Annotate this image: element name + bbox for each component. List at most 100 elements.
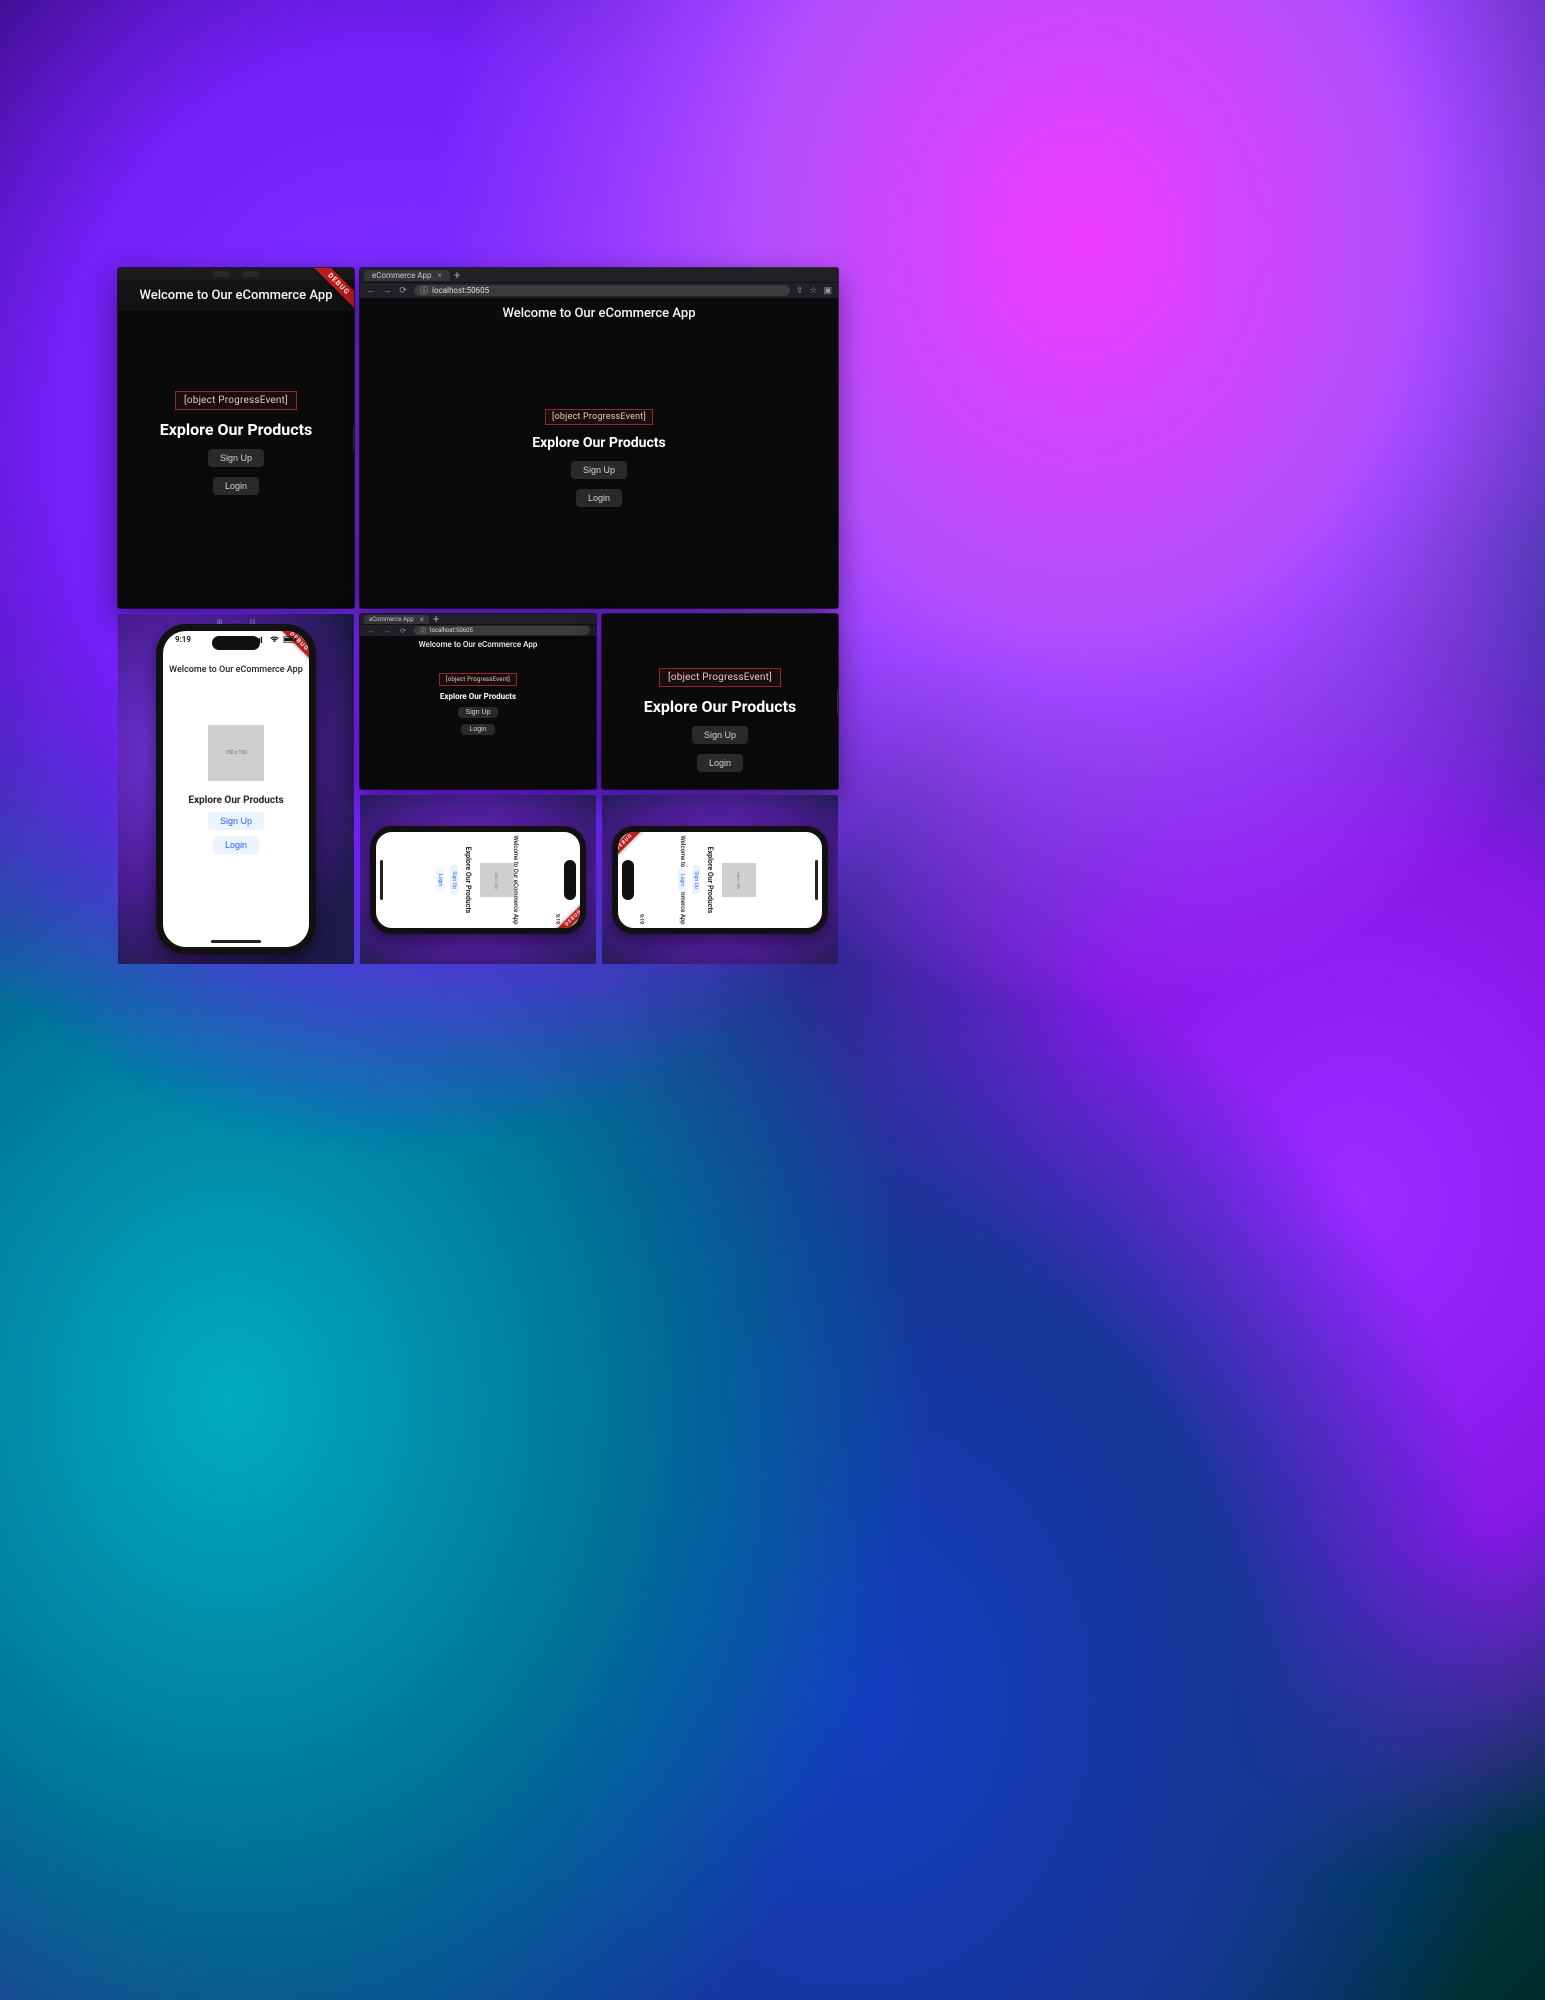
login-button[interactable]: Login [213,477,259,495]
status-time: 9:19 [175,635,191,644]
site-info-icon[interactable]: ⓘ [420,285,428,296]
panel-iphone-landscape-a: DEBUG 9:19 Welcome to Our eCommerce App … [360,795,596,964]
nav-reload-icon[interactable]: ⟳ [398,286,408,296]
new-tab-button[interactable]: + [454,270,460,281]
image-placeholder: 150 x 150 [480,863,514,897]
signup-button[interactable]: Sign Up [208,812,264,830]
tab-title: eCommerce App [369,616,414,623]
panels-stage: Welcome to Our eCommerce App DEBUG [obje… [0,0,1545,2000]
signup-button[interactable]: Sign Up [208,449,264,467]
home-indicator[interactable] [211,940,261,943]
nav-back-icon[interactable]: ← [366,627,376,635]
home-indicator[interactable] [380,860,383,900]
resize-handle[interactable] [353,425,354,451]
battery-icon [283,636,297,643]
app-content: [object ProgressEvent] Explore Our Produ… [360,653,596,735]
app-title: Welcome to Our eCommerce App [139,288,332,303]
status-time: 9:19 [554,914,560,924]
sim-top-bar [118,268,354,280]
url-text: localhost:50605 [432,286,489,295]
headline: Explore Our Products [532,435,665,451]
new-tab-button[interactable]: + [433,614,439,625]
login-button[interactable]: Login [576,489,622,507]
image-placeholder: 150 x 150 [208,725,264,781]
tab-close-icon[interactable]: × [420,615,424,624]
app-title: Welcome to Our eCommerce App [502,306,695,321]
extensions-icon[interactable]: ▣ [823,286,832,296]
panel-iphone-portrait: ⊞⋯⊟ 9:19 DEBUG Welcome to Our eCommerce … [118,614,354,964]
headline: Explore Our Products [644,697,796,716]
phone-screen: 150 x 150 Explore Our Products Sign Up L… [436,832,520,928]
app-bar: Welcome to Our eCommerce App [118,280,354,311]
status-time: 9:19 [638,914,644,924]
panel-browser-wide: eCommerce App × + ← → ⟳ ⓘ localhost:5060… [360,268,838,608]
error-box: [object ProgressEvent] [545,409,653,425]
tab-title: eCommerce App [372,271,432,280]
signup-button[interactable]: Sign Up [458,707,499,718]
phone-screen: Welcome to Our eCommerce App 150 x 150 E… [163,631,309,947]
address-bar[interactable]: ⓘ localhost:50605 [414,285,790,296]
resize-handle[interactable] [837,689,838,715]
signup-button[interactable]: Sign Up [450,865,458,895]
toolbar-right: ⇪ ☆ ▣ [796,286,832,296]
app-title: Welcome to Our eCommerce App [169,665,303,675]
tab-close-icon[interactable]: × [438,271,442,280]
browser-tab[interactable]: eCommerce App × [364,270,450,281]
phone-backdrop: ⊞⋯⊟ 9:19 DEBUG Welcome to Our eCommerce … [118,614,354,964]
status-indicators [254,635,297,644]
app-title: Welcome to Our eCommerce App [419,640,538,649]
tab-strip: eCommerce App × + [360,268,838,282]
browser-toolbar: ← → ⟳ ⓘ localhost:50605 ⇪ ☆ ▣ [360,282,838,298]
site-info-icon[interactable]: ⓘ [420,626,426,635]
error-box: [object ProgressEvent] [175,391,297,410]
url-text: localhost:50605 [430,627,473,634]
iphone-device: 9:19 DEBUG Welcome to Our eCommerce App … [156,624,316,954]
bookmark-star-icon[interactable]: ☆ [809,286,817,296]
nav-forward-icon[interactable]: → [382,627,392,635]
sim-segment [243,271,259,277]
browser-chrome: eCommerce App × + ← → ⟳ ⓘ localhost:5060… [360,268,838,298]
app-content: [object ProgressEvent] Explore Our Produ… [602,614,838,772]
headline: Explore Our Products [464,846,472,913]
browser-tab[interactable]: eCommerce App × [364,615,429,624]
app-content: [object ProgressEvent] Explore Our Produ… [118,311,354,495]
iphone-device-landscape: DEBUG 9:19 Welcome to Our eCommerce App … [612,826,828,934]
error-box: [object ProgressEvent] [439,673,517,686]
app-content: [object ProgressEvent] Explore Our Produ… [360,329,838,507]
login-button[interactable]: Login [213,836,259,854]
login-button[interactable]: Login [436,867,444,891]
phone-backdrop: DEBUG 9:19 Welcome to Our eCommerce App … [602,795,838,964]
phone-screen: 150 x 150 Explore Our Products Sign Up L… [678,832,762,928]
phone-backdrop: DEBUG 9:19 Welcome to Our eCommerce App … [360,795,596,964]
error-box: [object ProgressEvent] [659,668,781,687]
headline: Explore Our Products [440,692,516,701]
login-button[interactable]: Login [461,724,494,735]
home-indicator[interactable] [815,860,818,900]
panel-browser-small: eCommerce App × + ← → ⟳ ⓘ localhost:5060… [360,614,596,789]
app-bar: Welcome to Our eCommerce App [360,636,596,653]
dynamic-island [212,636,260,650]
panel-dark-crop: [object ProgressEvent] Explore Our Produ… [602,614,838,789]
image-placeholder: 150 x 150 [722,863,756,897]
headline: Explore Our Products [160,420,312,439]
signup-button[interactable]: Sign Up [692,726,748,744]
browser-toolbar: ← → ⟳ ⓘ localhost:50605 [360,624,596,636]
address-bar[interactable]: ⓘ localhost:50605 [414,626,590,635]
panel-iphone-landscape-b: DEBUG 9:19 Welcome to Our eCommerce App … [602,795,838,964]
nav-back-icon[interactable]: ← [366,285,376,296]
nav-reload-icon[interactable]: ⟳ [398,627,408,635]
nav-forward-icon[interactable]: → [382,285,392,296]
headline: Explore Our Products [188,795,283,806]
share-icon[interactable]: ⇪ [796,286,804,296]
signup-button[interactable]: Sign Up [571,461,627,479]
login-button[interactable]: Login [678,867,686,891]
signup-button[interactable]: Sign Up [692,865,700,895]
iphone-device-landscape: DEBUG 9:19 Welcome to Our eCommerce App … [370,826,586,934]
sim-segment [213,271,229,277]
browser-chrome: eCommerce App × + ← → ⟳ ⓘ localhost:5060… [360,614,596,636]
wifi-icon [269,636,280,643]
panel-sim-dark: Welcome to Our eCommerce App DEBUG [obje… [118,268,354,608]
dynamic-island [564,860,576,900]
login-button[interactable]: Login [697,754,743,772]
tab-strip: eCommerce App × + [360,614,596,624]
